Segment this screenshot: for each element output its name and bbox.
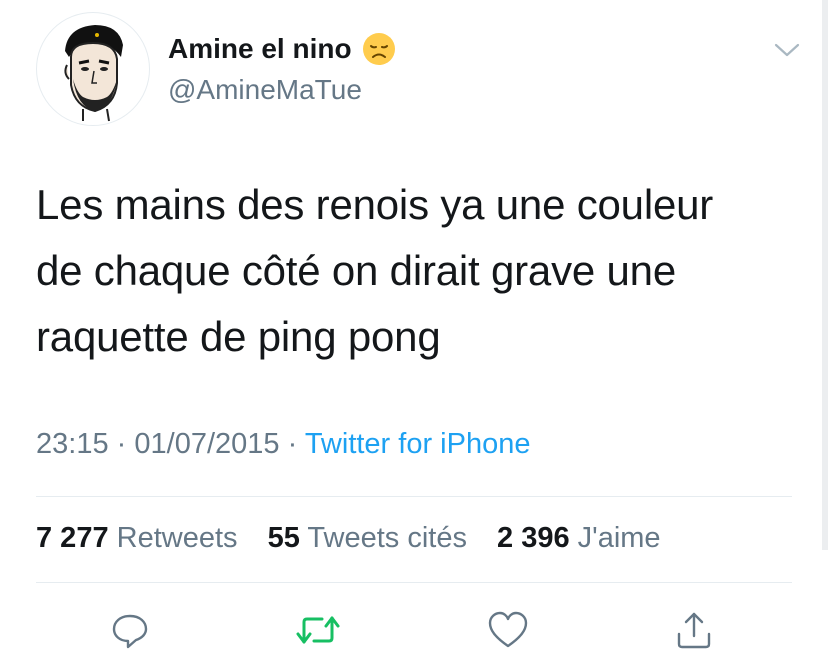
likes-label: J'aime [577, 522, 661, 554]
chevron-down-icon[interactable] [772, 40, 802, 60]
quotes-label: Tweets cités [307, 522, 467, 554]
scroll-edge [822, 0, 828, 550]
quotes-count: 55 [267, 522, 300, 554]
tweet-line: raquette de ping pong [36, 313, 441, 360]
author-display-name[interactable]: Amine el nino [168, 33, 352, 65]
retweets-label: Retweets [116, 522, 238, 554]
author-display-name-row[interactable]: Amine el nino [168, 32, 396, 66]
likes-count: 2 396 [497, 522, 570, 554]
retweets-count: 7 277 [36, 522, 109, 554]
tweet-header: Amine el nino @AmineMaTue [36, 12, 800, 126]
tweet-source-link[interactable]: Twitter for iPhone [305, 428, 531, 460]
tweet-stats: 7 277 Retweets 55 Tweets cités 2 396 J'a… [36, 522, 683, 555]
disappointed-face-icon [362, 32, 396, 66]
meta-separator: · [116, 428, 127, 460]
retweet-icon[interactable] [296, 608, 340, 652]
quotes-stat[interactable]: 55 Tweets cités [268, 522, 467, 554]
avatar-illustration [64, 25, 123, 122]
author-names: Amine el nino @AmineMaTue [168, 32, 396, 106]
tweet-line: Les mains des renois ya une couleur [36, 181, 714, 228]
avatar[interactable] [36, 12, 150, 126]
retweets-stat[interactable]: 7 277 Retweets [36, 522, 238, 554]
divider [36, 582, 792, 583]
tweet-time[interactable]: 23:15 [36, 428, 109, 460]
likes-stat[interactable]: 2 396 J'aime [497, 522, 661, 554]
tweet-text: Les mains des renois ya une couleur de c… [36, 172, 796, 370]
action-bar [0, 600, 828, 660]
like-icon[interactable] [486, 608, 530, 652]
tweet-date[interactable]: 01/07/2015 [134, 428, 279, 460]
meta-separator: · [287, 428, 298, 460]
author-handle[interactable]: @AmineMaTue [168, 74, 396, 106]
reply-icon[interactable] [108, 608, 152, 652]
tweet-meta: 23:15 · 01/07/2015 · Twitter for iPhone [36, 428, 530, 461]
tweet-line: de chaque côté on dirait grave une [36, 247, 676, 294]
divider [36, 496, 792, 497]
share-icon[interactable] [672, 608, 716, 652]
